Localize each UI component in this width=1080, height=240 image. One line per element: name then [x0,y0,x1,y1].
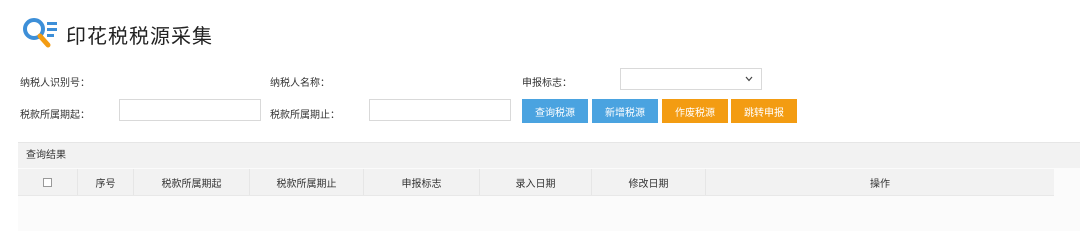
search-list-icon [20,14,60,54]
results-panel: 查询结果 序号 税款所属期起 税款所属期止 申报标志 录入日期 修改日期 操作 [18,142,1080,231]
add-source-button[interactable]: 新增税源 [592,99,658,123]
period-start-input[interactable] [119,99,261,121]
select-all-checkbox[interactable] [43,177,52,187]
results-table-header: 序号 税款所属期起 税款所属期止 申报标志 录入日期 修改日期 操作 [18,169,1054,196]
query-source-button[interactable]: 查询税源 [522,99,588,123]
jump-declare-button[interactable]: 跳转申报 [731,99,797,123]
column-header: 序号 [78,169,134,195]
void-source-button[interactable]: 作废税源 [662,99,728,123]
column-header: 录入日期 [480,169,592,195]
column-header: 税款所属期起 [134,169,250,195]
period-start-label: 税款所属期起： [20,110,90,121]
page-title: 印花税税源采集 [66,23,213,48]
column-header: 操作 [870,178,890,190]
column-header: 税款所属期止 [250,169,364,195]
column-select-all [18,169,78,195]
column-header: 修改日期 [592,169,706,195]
results-title: 查询结果 [18,142,1080,168]
page-header: 印花税税源采集 [20,14,213,54]
chevron-down-icon [745,76,753,82]
taxpayer-id-label: 纳税人识别号： [20,78,90,89]
column-header: 申报标志 [364,169,480,195]
period-end-label: 税款所属期止： [270,110,340,121]
declare-flag-label: 申报标志： [522,78,572,89]
taxpayer-name-label: 纳税人名称： [270,78,330,89]
period-end-input[interactable] [369,99,511,121]
declare-flag-select[interactable] [620,68,762,90]
